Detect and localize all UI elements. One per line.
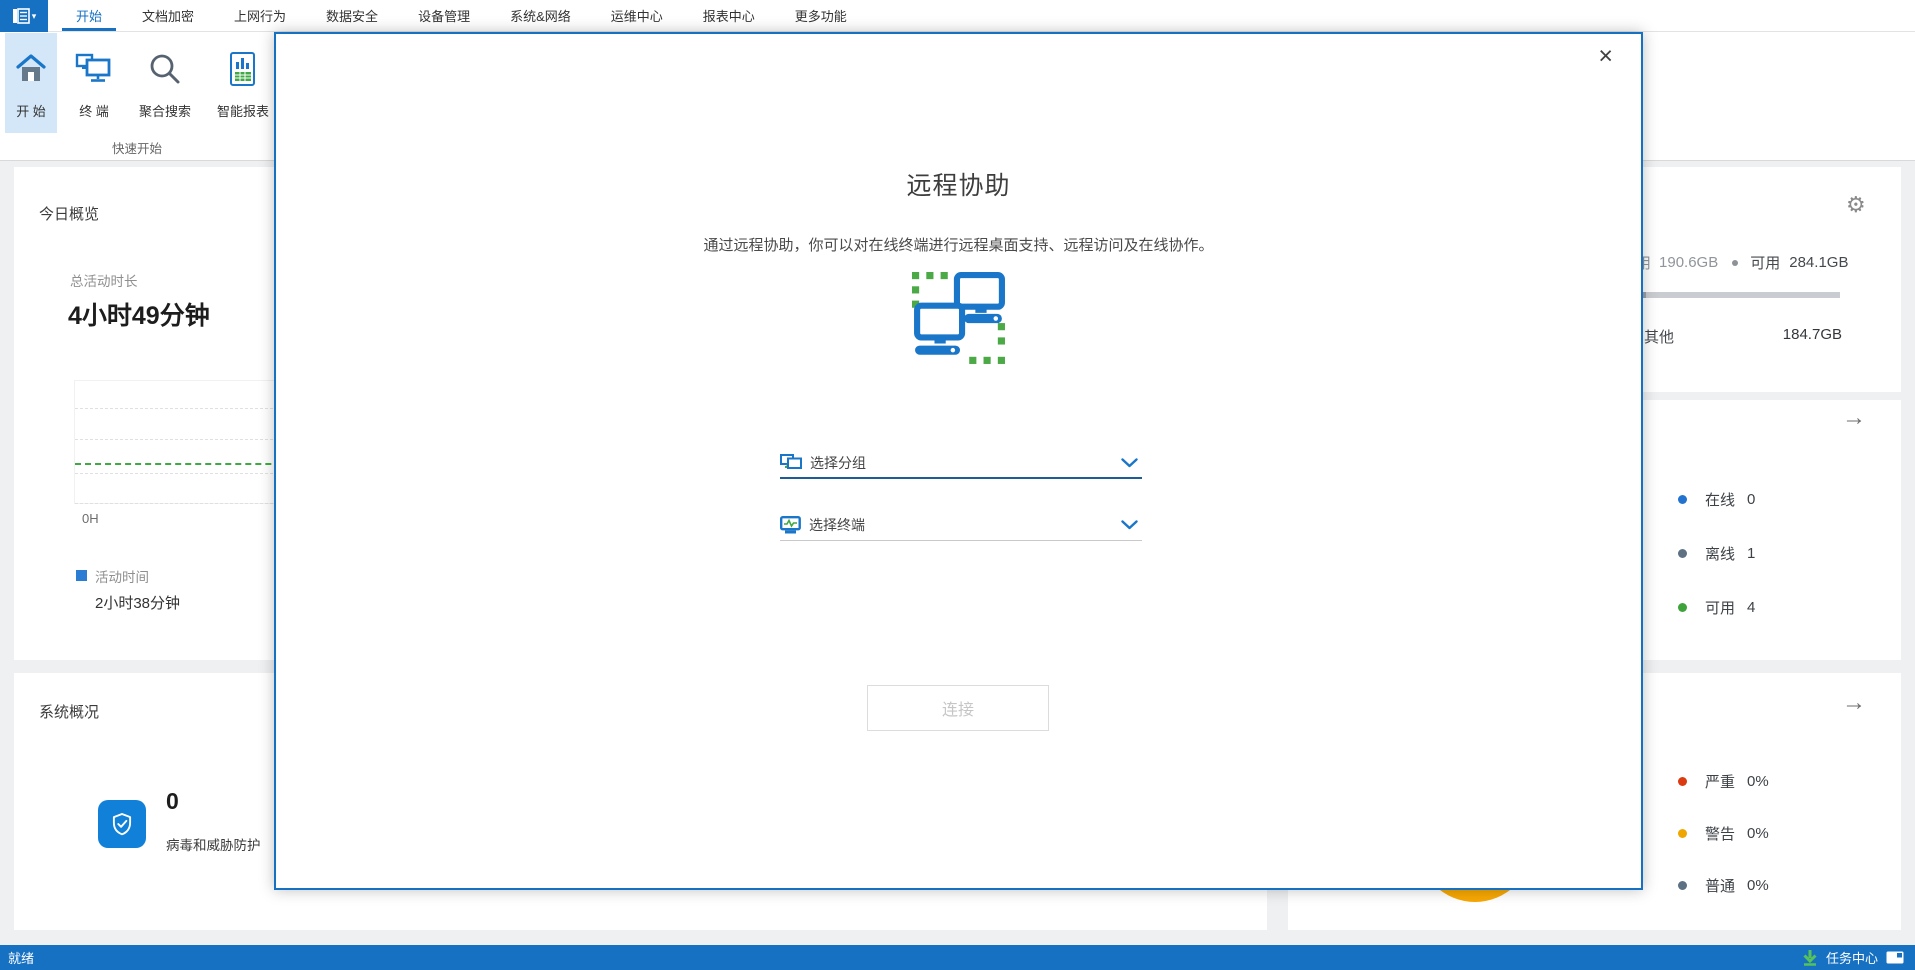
monitor-status-icon[interactable] bbox=[1886, 951, 1905, 965]
menu-item-system-network[interactable]: 系统&网络 bbox=[490, 0, 591, 31]
remote-assistance-dialog: × 远程协助 通过远程协助，你可以对在线终端进行远程桌面支持、远程访问及在线协作… bbox=[274, 32, 1643, 890]
group-select-placeholder: 选择分组 bbox=[810, 454, 866, 471]
card-title: 系统概况 bbox=[39, 704, 100, 721]
group-monitors-icon bbox=[780, 453, 802, 469]
card-title: 今日概览 bbox=[39, 206, 100, 223]
stat-row-critical: 严重 0% bbox=[1678, 771, 1769, 792]
home-icon bbox=[14, 43, 48, 95]
ribbon-button-label: 智能报表 bbox=[217, 104, 270, 119]
chevron-down-icon bbox=[1121, 520, 1138, 530]
legend-label: 活动时间 bbox=[95, 570, 149, 585]
report-document-icon bbox=[227, 43, 259, 95]
storage-other-label: 其他 bbox=[1644, 329, 1675, 346]
application-window: ▾ 开始 文档加密 上网行为 数据安全 设备管理 系统&网络 运维中心 报表中心… bbox=[0, 0, 1915, 970]
close-icon[interactable]: × bbox=[1598, 44, 1613, 69]
task-center-link[interactable]: 任务中心 bbox=[1826, 948, 1878, 967]
app-logo-icon bbox=[12, 8, 30, 24]
stat-label: 在线 bbox=[1705, 492, 1736, 509]
stat-row-warning: 警告 0% bbox=[1678, 823, 1769, 844]
terminal-select-placeholder: 选择终端 bbox=[809, 517, 865, 533]
stat-label: 普通 bbox=[1705, 878, 1736, 895]
menu-item-web-behavior[interactable]: 上网行为 bbox=[214, 0, 306, 31]
connect-button[interactable]: 连接 bbox=[867, 685, 1049, 731]
total-activity-value: 4小时49分钟 bbox=[68, 302, 210, 330]
gear-icon[interactable]: ⚙ bbox=[1846, 194, 1866, 216]
stat-value: 0 bbox=[1747, 491, 1756, 508]
status-dot bbox=[1678, 829, 1687, 838]
stat-label: 严重 bbox=[1705, 774, 1736, 791]
download-arrow-icon bbox=[1803, 950, 1817, 966]
storage-other-row: 其他 184.7GB bbox=[1644, 326, 1842, 347]
ribbon-button-smart-report[interactable]: 智能报表 bbox=[209, 33, 277, 133]
menu-item-ops-center[interactable]: 运维中心 bbox=[591, 0, 683, 31]
menu-item-device-mgmt[interactable]: 设备管理 bbox=[398, 0, 490, 31]
menu-item-more[interactable]: 更多功能 bbox=[775, 0, 867, 31]
dialog-title: 远程协助 bbox=[906, 172, 1011, 200]
alarm-stats-arrow-icon[interactable]: → bbox=[1842, 691, 1866, 715]
stat-value: 4 bbox=[1747, 599, 1756, 616]
menu-item-start[interactable]: 开始 bbox=[56, 0, 122, 31]
terminal-stats-arrow-icon[interactable]: → bbox=[1842, 406, 1866, 430]
menu-item-doc-encrypt[interactable]: 文档加密 bbox=[122, 0, 214, 31]
stat-row-available: 可用 4 bbox=[1678, 597, 1755, 618]
total-activity-label: 总活动时长 bbox=[70, 274, 138, 289]
status-ready-text: 就绪 bbox=[8, 951, 35, 966]
stat-row-offline: 离线 1 bbox=[1678, 543, 1755, 564]
main-menu: 开始 文档加密 上网行为 数据安全 设备管理 系统&网络 运维中心 报表中心 更… bbox=[56, 0, 867, 31]
stat-row-normal: 普通 0% bbox=[1678, 875, 1769, 896]
ribbon-group-label: 快速开始 bbox=[111, 142, 162, 156]
remote-desktop-icon bbox=[911, 272, 1007, 371]
virus-protection-tile[interactable] bbox=[98, 800, 146, 848]
ribbon-button-start[interactable]: 开 始 bbox=[5, 33, 57, 133]
ribbon-button-aggregate-search[interactable]: 聚合搜索 bbox=[131, 33, 199, 133]
terminal-select-dropdown[interactable]: 选择终端 bbox=[780, 510, 1142, 541]
app-menu-button[interactable]: ▾ bbox=[0, 0, 48, 32]
stat-value: 0% bbox=[1747, 877, 1769, 894]
app-menu-caret-icon: ▾ bbox=[31, 10, 37, 21]
status-dot bbox=[1678, 495, 1687, 504]
storage-other-value: 184.7GB bbox=[1782, 326, 1842, 343]
stat-value: 1 bbox=[1747, 545, 1756, 562]
dialog-description: 通过远程协助，你可以对在线终端进行远程桌面支持、远程访问及在线协作。 bbox=[703, 237, 1214, 254]
status-dot bbox=[1678, 549, 1687, 558]
status-dot bbox=[1678, 881, 1687, 890]
separator-dot-icon bbox=[1732, 259, 1739, 266]
storage-available-value: 284.1GB bbox=[1789, 254, 1849, 271]
menu-bar: ▾ 开始 文档加密 上网行为 数据安全 设备管理 系统&网络 运维中心 报表中心… bbox=[0, 0, 1915, 32]
storage-summary-row: 用 190.6GB 可用 284.1GB bbox=[1636, 252, 1848, 273]
virus-threat-count: 0 bbox=[166, 788, 179, 814]
status-dot bbox=[1678, 777, 1687, 786]
search-icon bbox=[148, 43, 182, 95]
stat-value: 0% bbox=[1747, 773, 1769, 790]
stat-row-online: 在线 0 bbox=[1678, 489, 1755, 510]
menu-item-report-center[interactable]: 报表中心 bbox=[683, 0, 775, 31]
stat-label: 警告 bbox=[1705, 826, 1736, 843]
virus-threat-label: 病毒和威胁防护 bbox=[166, 838, 261, 853]
terminal-pulse-icon bbox=[780, 516, 801, 534]
ribbon-button-label: 终 端 bbox=[79, 104, 109, 119]
ribbon-button-label: 开 始 bbox=[16, 104, 46, 119]
legend-swatch bbox=[76, 570, 87, 581]
chart-axis-label: 0H bbox=[82, 511, 99, 526]
legend-value: 2小时38分钟 bbox=[95, 595, 181, 612]
stat-label: 可用 bbox=[1705, 600, 1736, 617]
ribbon-button-label: 聚合搜索 bbox=[139, 104, 192, 119]
menu-item-data-security[interactable]: 数据安全 bbox=[306, 0, 398, 31]
storage-available-label: 可用 bbox=[1750, 255, 1781, 272]
terminal-monitors-icon bbox=[75, 43, 113, 95]
stat-value: 0% bbox=[1747, 825, 1769, 842]
stat-label: 离线 bbox=[1705, 546, 1736, 563]
group-select-dropdown[interactable]: 选择分组 bbox=[780, 448, 1142, 479]
storage-used-value: 190.6GB bbox=[1659, 254, 1719, 271]
shield-check-icon bbox=[112, 813, 132, 836]
status-bar: 就绪 任务中心 bbox=[0, 945, 1915, 970]
status-dot bbox=[1678, 603, 1687, 612]
chevron-down-icon bbox=[1121, 457, 1138, 468]
ribbon-button-terminal[interactable]: 终 端 bbox=[67, 33, 121, 133]
